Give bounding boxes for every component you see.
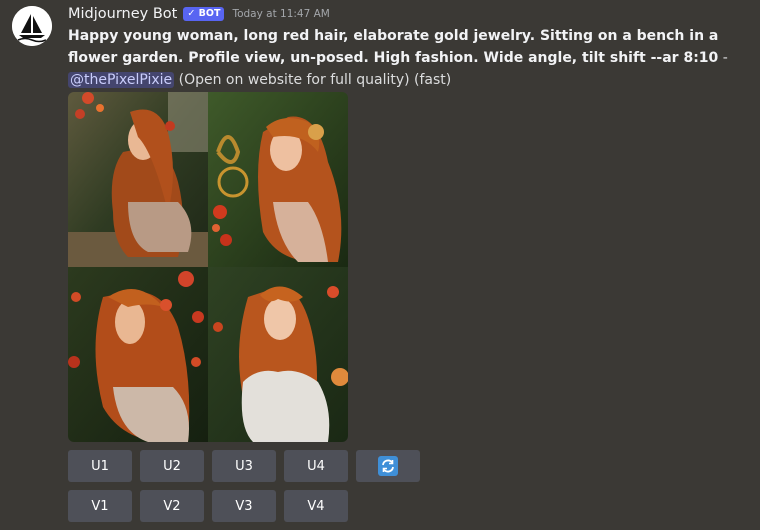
image-woman-profile-left — [68, 92, 208, 267]
upscale-button-1[interactable]: U1 — [68, 450, 132, 482]
image-grid[interactable] — [68, 92, 348, 442]
upscale-button-3[interactable]: U3 — [212, 450, 276, 482]
user-mention[interactable]: @thePixelPixie — [68, 72, 175, 88]
message-suffix: (Open on website for full quality) (fast… — [174, 72, 452, 88]
bot-badge: ✓ BOT — [183, 7, 225, 21]
grid-image-4[interactable] — [208, 267, 348, 442]
message-header: Midjourney Bot ✓ BOT Today at 11:47 AM — [68, 4, 330, 24]
author-name[interactable]: Midjourney Bot — [68, 6, 177, 22]
upscale-button-4[interactable]: U4 — [284, 450, 348, 482]
image-woman-profile-right — [208, 92, 348, 267]
midjourney-avatar[interactable] — [12, 6, 52, 46]
reroll-icon — [378, 456, 398, 476]
image-woman-front-white-blouse — [208, 267, 348, 442]
variation-button-1[interactable]: V1 — [68, 490, 132, 522]
sailboat-icon — [12, 6, 52, 46]
prompt-text: Happy young woman, long red hair, elabor… — [68, 28, 719, 66]
variation-button-4[interactable]: V4 — [284, 490, 348, 522]
message-content: Happy young woman, long red hair, elabor… — [68, 25, 756, 91]
upscale-button-2[interactable]: U2 — [140, 450, 204, 482]
timestamp: Today at 11:47 AM — [232, 8, 330, 20]
variation-button-3[interactable]: V3 — [212, 490, 276, 522]
variation-button-2[interactable]: V2 — [140, 490, 204, 522]
grid-image-1[interactable] — [68, 92, 208, 267]
separator: - — [718, 50, 728, 66]
grid-image-2[interactable] — [208, 92, 348, 267]
reroll-button[interactable] — [356, 450, 420, 482]
image-woman-profile-left-flowers — [68, 267, 208, 442]
grid-image-3[interactable] — [68, 267, 208, 442]
